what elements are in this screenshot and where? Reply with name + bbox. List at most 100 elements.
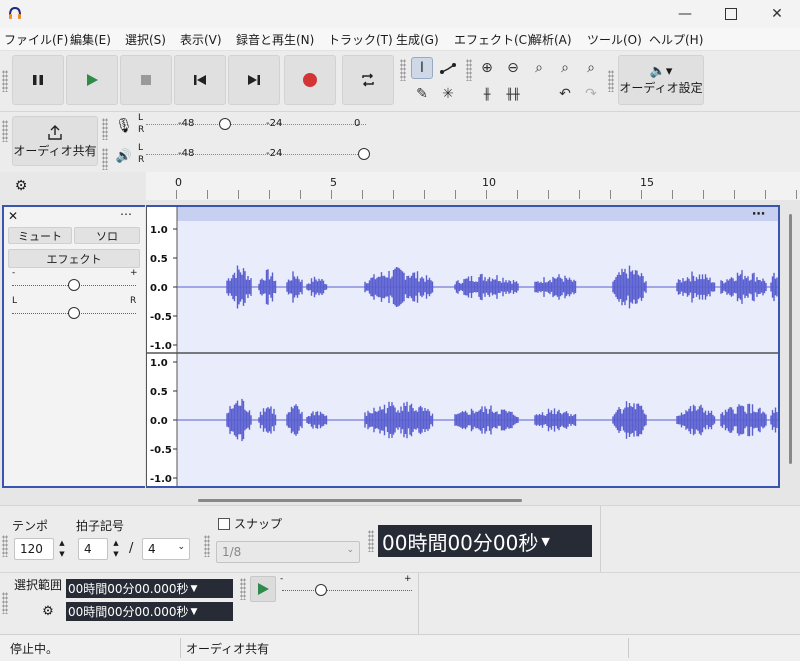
- maximize-button[interactable]: [708, 0, 754, 28]
- speed-slider[interactable]: [282, 590, 412, 591]
- audio-setup-button[interactable]: 🔈▾ オーディオ設定: [618, 55, 704, 105]
- snap-select[interactable]: 1/8 ⌄: [216, 541, 360, 563]
- zoom-in-button[interactable]: ⊕: [476, 57, 498, 79]
- menu-transport[interactable]: 録音と再生(N): [236, 31, 314, 48]
- play-at-speed-button[interactable]: [250, 576, 276, 602]
- gain-minus-label: -: [12, 268, 16, 278]
- loop-button[interactable]: [342, 55, 394, 105]
- playback-level-thumb[interactable]: [358, 148, 370, 160]
- zoom-out-button[interactable]: ⊖: [502, 57, 524, 79]
- solo-button[interactable]: ソロ: [74, 227, 140, 244]
- menu-generate[interactable]: 生成(G): [396, 31, 439, 48]
- timeline-settings-button[interactable]: ⚙: [10, 176, 32, 196]
- waveform-background: [177, 207, 778, 486]
- tempo-stepper[interactable]: ▲ ▼: [56, 538, 68, 560]
- stop-button[interactable]: [120, 55, 172, 105]
- effects-button[interactable]: エフェクト: [8, 249, 140, 268]
- time-signature-denominator[interactable]: 4 ⌄: [142, 538, 190, 560]
- waveform-canvas[interactable]: ⋯ 1.0 0.5 0.0 -0.5 -1.0 1.0 0.5 0.0 -0.5 -1.0: [147, 207, 778, 486]
- menu-analyze[interactable]: 解析(A): [530, 31, 572, 48]
- skip-to-start-button[interactable]: [174, 55, 226, 105]
- time-display[interactable]: 00時間00分00秒 ▼: [378, 525, 592, 557]
- title-bar: — ✕: [0, 0, 800, 28]
- ruler-track[interactable]: 0 5 10 15: [146, 172, 800, 200]
- toolbar-divider: [0, 572, 800, 573]
- microphone-icon: 🎙: [115, 118, 133, 134]
- menu-view[interactable]: 表示(V): [180, 31, 222, 48]
- record-button[interactable]: [284, 55, 336, 105]
- playback-meter-button[interactable]: 🔊: [112, 144, 136, 168]
- play-meter-grip[interactable]: [102, 148, 108, 170]
- fit-selection-button[interactable]: ⌕: [528, 57, 550, 79]
- minimize-button[interactable]: —: [662, 0, 708, 28]
- clip-menu-icon[interactable]: ⋯: [752, 207, 765, 222]
- menu-edit[interactable]: 編集(E): [70, 31, 111, 48]
- track-menu-button[interactable]: ⋯: [120, 207, 132, 221]
- snap-grip[interactable]: [204, 535, 210, 557]
- menu-help[interactable]: ヘルプ(H): [649, 31, 703, 48]
- menu-tools[interactable]: ツール(O): [587, 31, 642, 48]
- selection-settings-button[interactable]: ⚙: [38, 601, 58, 621]
- share-audio-button[interactable]: オーディオ共有: [12, 116, 98, 166]
- pause-button[interactable]: [12, 55, 64, 105]
- time-signature-numerator[interactable]: 4: [78, 538, 108, 560]
- selection-start-display[interactable]: 00時間00分00.000秒 ▼: [66, 579, 233, 598]
- menu-file[interactable]: ファイル(F): [4, 31, 68, 48]
- play-at-speed-grip[interactable]: [240, 578, 246, 600]
- denominator-value: 4: [148, 542, 156, 556]
- menu-select[interactable]: 選択(S): [125, 31, 166, 48]
- numerator-stepper[interactable]: ▲ ▼: [110, 538, 122, 560]
- speed-plus-label: +: [404, 574, 412, 584]
- close-button[interactable]: ✕: [754, 0, 800, 28]
- edit-grip[interactable]: [466, 59, 472, 81]
- selection-end-value: 00時間00分00.000秒: [68, 605, 189, 619]
- tools-grip[interactable]: [400, 59, 406, 81]
- share-grip[interactable]: [2, 120, 8, 142]
- timeline-ruler[interactable]: ⚙ 0 5 10 15: [0, 172, 800, 201]
- menu-tracks[interactable]: トラック(T): [328, 31, 393, 48]
- amplitude-label: 1.0: [150, 358, 168, 369]
- zoom-toggle-button[interactable]: ⌕: [580, 57, 602, 79]
- silence-button[interactable]: ╫╫: [502, 83, 524, 105]
- record-meter-grip[interactable]: [102, 118, 108, 140]
- envelope-tool-button[interactable]: [437, 57, 459, 79]
- pan-slider-thumb[interactable]: [68, 307, 80, 319]
- selection-end-display[interactable]: 00時間00分00.000秒 ▼: [66, 602, 233, 621]
- record-meter-button[interactable]: 🎙: [112, 114, 136, 138]
- tempo-label: テンポ: [12, 519, 49, 533]
- tempo-grip[interactable]: [2, 535, 8, 557]
- selection-grip[interactable]: [2, 592, 8, 614]
- pencil-icon: ✎: [416, 86, 428, 102]
- play-button[interactable]: [66, 55, 118, 105]
- draw-tool-button[interactable]: ✎: [411, 83, 433, 105]
- vertical-scrollbar[interactable]: [789, 214, 792, 464]
- gain-slider-thumb[interactable]: [68, 279, 80, 291]
- close-track-button[interactable]: ✕: [8, 209, 18, 223]
- amplitude-label: -1.0: [150, 474, 172, 485]
- skip-to-end-button[interactable]: [228, 55, 280, 105]
- record-meter[interactable]: L R -48 -24 0: [136, 112, 372, 140]
- playback-meter[interactable]: L R -48 -24: [136, 142, 372, 170]
- redo-button[interactable]: ↷: [580, 83, 602, 105]
- trim-button[interactable]: ╫: [476, 83, 498, 105]
- chevron-down-icon: ⌄: [177, 542, 185, 552]
- clip-header[interactable]: [177, 207, 778, 221]
- toolbar-grip[interactable]: [2, 70, 8, 92]
- horizontal-scrollbar[interactable]: [198, 499, 522, 502]
- tempo-input[interactable]: 120: [14, 538, 54, 560]
- ruler-label: 15: [640, 176, 654, 189]
- selection-tool-button[interactable]: I: [411, 57, 433, 79]
- snap-checkbox[interactable]: [218, 518, 230, 530]
- play-icon: [87, 74, 98, 86]
- speed-slider-thumb[interactable]: [315, 584, 327, 596]
- audio-setup-grip[interactable]: [608, 70, 614, 92]
- record-level-thumb[interactable]: [219, 118, 231, 130]
- mute-button[interactable]: ミュート: [8, 227, 72, 244]
- undo-button[interactable]: ↶: [554, 83, 576, 105]
- fit-project-button[interactable]: ⌕: [554, 57, 576, 79]
- waveform-panel[interactable]: ⋯ 1.0 0.5 0.0 -0.5 -1.0 1.0 0.5 0.0 -0.5 -1.0: [146, 205, 780, 488]
- multi-tool-button[interactable]: ✳: [437, 83, 459, 105]
- menu-effect[interactable]: エフェクト(C): [454, 31, 532, 48]
- amplitude-label: -1.0: [150, 341, 172, 352]
- time-grip[interactable]: [368, 530, 374, 552]
